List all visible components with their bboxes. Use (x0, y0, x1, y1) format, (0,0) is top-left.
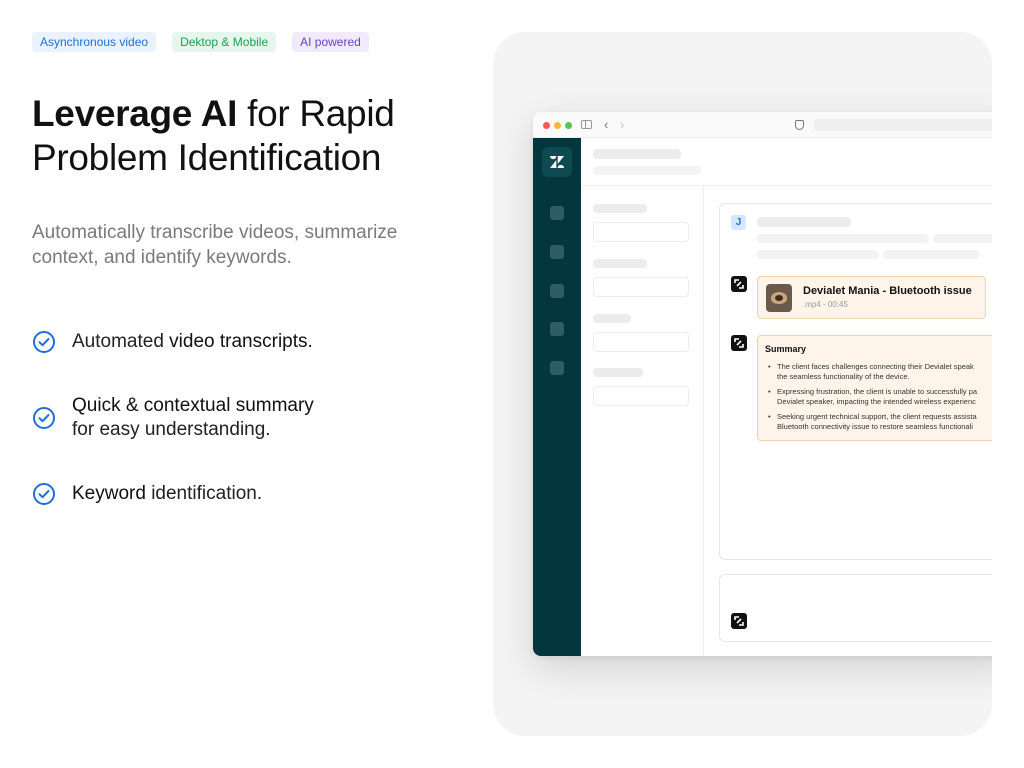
check-circle-icon (33, 331, 55, 353)
browser-window: ‹ › J Devialet Mania - Bluetooth issue .… (533, 112, 992, 656)
feature-item-summary: Quick & contextual summary for easy under… (32, 394, 314, 442)
feature-text: Quick & contextual summary for easy under… (72, 394, 314, 442)
summary-item-line: the seamless functionality of the device… (777, 372, 910, 381)
message-text-placeholder (883, 250, 979, 259)
app-sidebar (533, 138, 581, 656)
zendesk-logo-icon[interactable] (542, 147, 572, 177)
summary-item: The client faces challenges connecting t… (765, 362, 992, 382)
sidebar-nav-item[interactable] (550, 245, 564, 259)
ticket-properties-panel (581, 186, 704, 656)
feature-strong: Quick & contextual summary (72, 395, 314, 416)
ai-bot-icon (731, 276, 747, 292)
field-select[interactable] (593, 386, 689, 406)
summary-item-line: Bluetooth connectivity issue to restore … (777, 422, 973, 431)
sidebar-nav-item[interactable] (550, 322, 564, 336)
check-circle-icon (33, 483, 55, 505)
message-text-placeholder (757, 250, 879, 259)
reply-composer[interactable] (719, 574, 992, 642)
ticket-header (581, 138, 992, 186)
sidebar-toggle-icon[interactable] (581, 120, 592, 129)
product-showcase: ‹ › J Devialet Mania - Bluetooth issue .… (493, 32, 992, 736)
video-thumbnail[interactable] (766, 284, 792, 312)
field-select[interactable] (593, 277, 689, 297)
feature-text: Automated video transcripts. (72, 330, 313, 354)
browser-titlebar: ‹ › (533, 112, 992, 138)
page-title: Leverage AI for Rapid Problem Identifica… (32, 92, 472, 180)
feature-strong: Keyword (72, 483, 146, 504)
feature-strong: video transcripts. (169, 331, 313, 352)
headline-line2: Problem Identification (32, 137, 382, 178)
tag-ai-powered: AI powered (292, 32, 369, 52)
field-label-placeholder (593, 259, 647, 268)
ai-bot-icon (731, 335, 747, 351)
message-text-placeholder (757, 234, 929, 243)
close-window-dot[interactable] (543, 122, 550, 129)
header-title-placeholder (593, 149, 681, 159)
field-input[interactable] (593, 222, 689, 242)
shield-icon (795, 120, 804, 130)
conversation-card: J Devialet Mania - Bluetooth issue .mp4 … (719, 203, 992, 560)
header-subtitle-placeholder (593, 166, 701, 175)
ai-summary-card: Summary The client faces challenges conn… (757, 335, 992, 441)
field-label-placeholder (593, 314, 631, 323)
headline-bold: Leverage AI (32, 93, 238, 134)
feature-lead: Automated (72, 331, 170, 352)
summary-item: Expressing frustration, the client is un… (765, 387, 992, 407)
zendesk-logo-glyph (550, 156, 564, 168)
summary-title: Summary (765, 344, 807, 354)
sidebar-nav-item[interactable] (550, 284, 564, 298)
field-label-placeholder (593, 204, 647, 213)
feature-item-transcripts: Automated video transcripts. (32, 330, 313, 354)
maximize-window-dot[interactable] (565, 122, 572, 129)
summary-item-line: Expressing frustration, the client is un… (777, 387, 978, 396)
sidebar-nav-item[interactable] (550, 206, 564, 220)
summary-item-line: The client faces challenges connecting t… (777, 362, 974, 371)
forward-arrow-icon[interactable]: › (620, 118, 624, 131)
feature-item-keywords: Keyword identification. (32, 482, 262, 506)
video-title: Devialet Mania - Bluetooth issue (803, 285, 972, 297)
ai-bot-icon[interactable] (731, 613, 747, 629)
summary-list: The client faces challenges connecting t… (765, 362, 992, 437)
subtitle-line2: context, and identify keywords. (32, 247, 292, 268)
tag-list: Asynchronous video Dektop & Mobile AI po… (32, 32, 369, 52)
summary-item-line: Devialet speaker, impacting the intended… (777, 397, 976, 406)
address-bar[interactable] (814, 119, 992, 131)
subtitle-line1: Automatically transcribe videos, summari… (32, 222, 398, 243)
message-text-placeholder (933, 234, 992, 243)
video-attachment[interactable]: Devialet Mania - Bluetooth issue .mp4 - … (757, 276, 986, 319)
tag-asynchronous-video: Asynchronous video (32, 32, 157, 52)
customer-avatar: J (731, 215, 746, 230)
feature-text: Keyword identification. (72, 482, 262, 506)
page-subtitle: Automatically transcribe videos, summari… (32, 220, 462, 270)
tag-desktop-mobile: Dektop & Mobile (172, 32, 277, 52)
field-label-placeholder (593, 368, 643, 377)
feature-rest: identification. (145, 483, 263, 504)
headline-line1-rest: for Rapid (237, 93, 395, 134)
summary-item-line: Seeking urgent technical support, the cl… (777, 412, 977, 421)
sidebar-nav-item[interactable] (550, 361, 564, 375)
back-arrow-icon[interactable]: ‹ (604, 118, 608, 131)
field-select[interactable] (593, 332, 689, 352)
summary-item: Seeking urgent technical support, the cl… (765, 412, 992, 432)
message-author-placeholder (757, 217, 851, 227)
feature-line2: for easy understanding. (72, 419, 271, 440)
check-circle-icon (33, 407, 55, 429)
minimize-window-dot[interactable] (554, 122, 561, 129)
video-meta: .mp4 - 00:45 (803, 300, 848, 309)
